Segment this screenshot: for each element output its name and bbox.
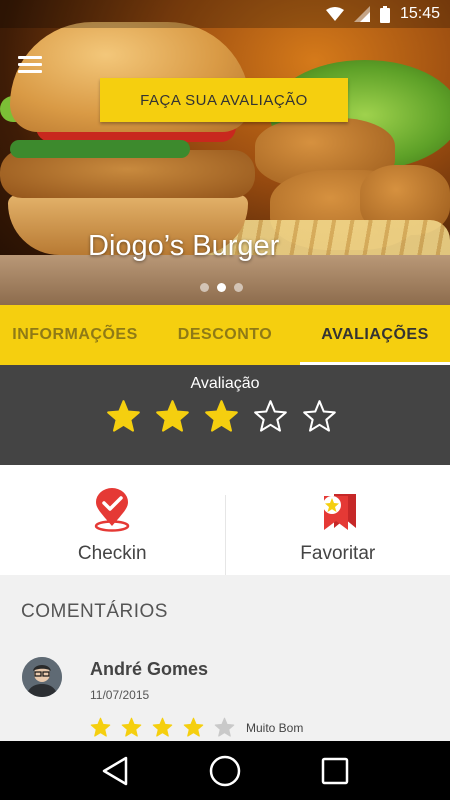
favoritar-label: Favoritar <box>300 543 376 564</box>
restaurant-title: Diogo’s Burger <box>88 230 280 262</box>
star-filled-icon[interactable] <box>106 399 141 434</box>
comments-section: COMENTÁRIOS André Gomes 11/07/2015 Muito… <box>0 575 450 741</box>
battery-icon <box>379 5 390 23</box>
rating-panel: Avaliação <box>0 365 450 465</box>
status-time: 15:45 <box>399 5 440 22</box>
star-filled-icon <box>121 717 142 737</box>
carousel-indicator <box>200 283 243 292</box>
tab-avaliacoes[interactable]: AVALIAÇÕES <box>300 305 450 365</box>
star-empty-icon[interactable] <box>253 399 288 434</box>
home-icon[interactable] <box>205 751 245 791</box>
recents-icon[interactable] <box>315 751 355 791</box>
star-empty-icon <box>214 717 235 737</box>
hero-image: Diogo’s Burger <box>0 0 450 305</box>
star-empty-icon[interactable] <box>302 399 337 434</box>
location-check-icon <box>92 488 132 537</box>
star-filled-icon <box>183 717 204 737</box>
signal-icon <box>353 6 370 22</box>
favoritar-button[interactable]: Favoritar <box>226 465 450 575</box>
rating-title: Avaliação <box>190 375 260 392</box>
burger-cucumber <box>10 140 190 158</box>
carousel-dot[interactable] <box>234 283 243 292</box>
star-filled-icon <box>152 717 173 737</box>
checkin-label: Checkin <box>77 543 147 564</box>
status-bar: 15:45 <box>0 0 450 28</box>
tab-informacoes[interactable]: INFORMAÇÕES <box>0 305 150 365</box>
comment-date: 11/07/2015 <box>90 688 150 702</box>
star-filled-icon[interactable] <box>204 399 239 434</box>
star-filled-icon <box>90 717 111 737</box>
wifi-icon <box>325 7 344 21</box>
bookmark-star-icon <box>318 492 358 537</box>
menu-icon[interactable] <box>18 56 42 74</box>
tab-desconto[interactable]: DESCONTO <box>150 305 300 365</box>
back-icon[interactable] <box>95 751 135 791</box>
tab-bar: INFORMAÇÕES DESCONTO AVALIAÇÕES <box>0 305 450 365</box>
comment-rating-label: Muito Bom <box>246 720 304 735</box>
checkin-button[interactable]: Checkin <box>0 465 225 575</box>
action-row: Checkin Favoritar <box>0 465 450 575</box>
avatar[interactable] <box>22 657 62 697</box>
comment-rating: Muito Bom <box>90 717 303 738</box>
rate-button[interactable]: FAÇA SUA AVALIAÇÃO <box>100 78 348 122</box>
comment-author: André Gomes <box>90 659 209 679</box>
carousel-dot-active[interactable] <box>217 283 226 292</box>
system-nav-bar <box>0 741 450 800</box>
star-filled-icon[interactable] <box>155 399 190 434</box>
carousel-dot[interactable] <box>200 283 209 292</box>
rating-stars <box>106 399 337 434</box>
comments-title: COMENTÁRIOS <box>21 601 168 622</box>
